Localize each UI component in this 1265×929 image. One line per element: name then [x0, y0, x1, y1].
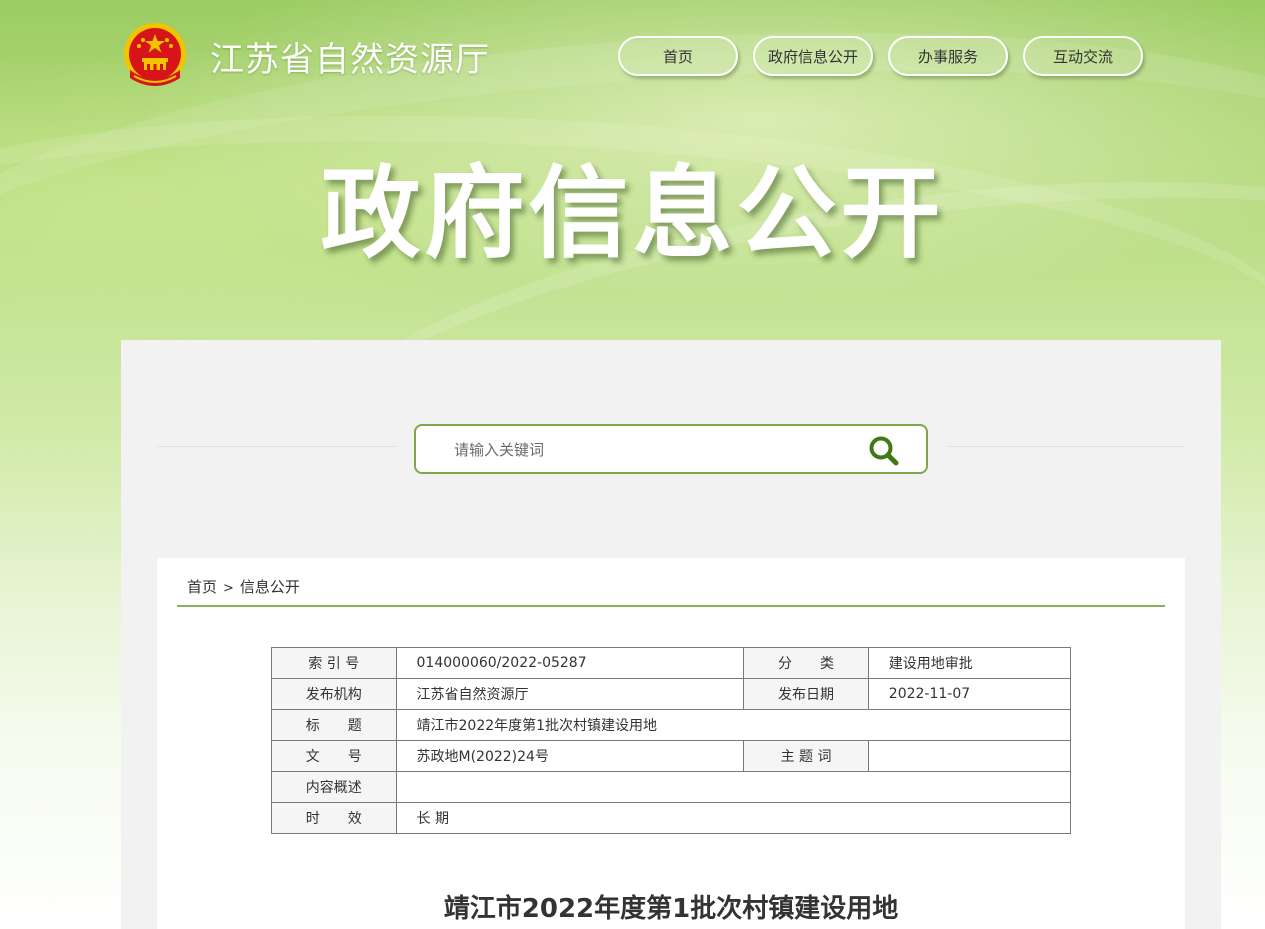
- docno-label: 文 号: [271, 740, 397, 772]
- index-label: 索 引 号: [271, 647, 397, 679]
- publisher-value: 江苏省自然资源厅: [395, 678, 745, 710]
- date-value: 2022-11-07: [867, 678, 1072, 710]
- index-value: 014000060/2022-05287: [395, 647, 745, 679]
- docno-value: 苏政地M(2022)24号: [395, 740, 745, 772]
- summary-label: 内容概述: [271, 771, 397, 803]
- category-label: 分 类: [743, 647, 869, 679]
- table-row: 时 效 长 期: [271, 802, 1071, 834]
- national-emblem-icon[interactable]: [122, 22, 188, 94]
- content-area: 首页 > 信息公开 索 引 号 014000060/2022-05287 分 类 建…: [157, 558, 1185, 929]
- search-input[interactable]: [452, 435, 836, 465]
- table-row: 发布机构 江苏省自然资源厅 发布日期 2022-11-07: [271, 678, 1072, 710]
- validity-label: 时 效: [271, 802, 397, 834]
- main-nav: 首页 政府信息公开 办事服务 互动交流: [618, 36, 1143, 76]
- divider: [157, 446, 397, 447]
- hero-title: 政府信息公开: [320, 155, 945, 272]
- keywords-value: [867, 740, 1072, 772]
- search-icon[interactable]: [868, 435, 900, 467]
- main-panel: 首页 > 信息公开 索 引 号 014000060/2022-05287 分 类 建…: [121, 340, 1221, 929]
- breadcrumb-separator: >: [223, 581, 234, 596]
- breadcrumb-home-link[interactable]: 首页: [187, 578, 217, 596]
- validity-value: 长 期: [395, 802, 1071, 834]
- date-label: 发布日期: [743, 678, 869, 710]
- nav-services-button[interactable]: 办事服务: [888, 36, 1008, 76]
- divider: [947, 446, 1185, 447]
- title-label: 标 题: [271, 709, 397, 741]
- title-value: 靖江市2022年度第1批次村镇建设用地: [395, 709, 1071, 741]
- breadcrumb: 首页 > 信息公开: [187, 576, 300, 597]
- category-value: 建设用地审批: [867, 647, 1072, 679]
- table-row: 内容概述: [271, 771, 1071, 803]
- site-title[interactable]: 江苏省自然资源厅: [210, 32, 490, 81]
- table-row: 标 题 靖江市2022年度第1批次村镇建设用地: [271, 709, 1071, 741]
- table-row: 文 号 苏政地M(2022)24号 主 题 词: [271, 740, 1072, 772]
- article-title: 靖江市2022年度第1批次村镇建设用地: [443, 894, 899, 924]
- nav-home-button[interactable]: 首页: [618, 36, 738, 76]
- nav-gov-info-button[interactable]: 政府信息公开: [753, 36, 873, 76]
- breadcrumb-current-link[interactable]: 信息公开: [240, 578, 300, 596]
- document-meta-table: 索 引 号 014000060/2022-05287 分 类 建设用地审批 发布…: [271, 647, 1072, 834]
- summary-value: [395, 771, 1071, 803]
- publisher-label: 发布机构: [271, 678, 397, 710]
- search-box: [414, 424, 928, 474]
- keywords-label: 主 题 词: [743, 740, 869, 772]
- nav-interaction-button[interactable]: 互动交流: [1023, 36, 1143, 76]
- table-row: 索 引 号 014000060/2022-05287 分 类 建设用地审批: [271, 647, 1072, 679]
- breadcrumb-divider: [177, 605, 1165, 607]
